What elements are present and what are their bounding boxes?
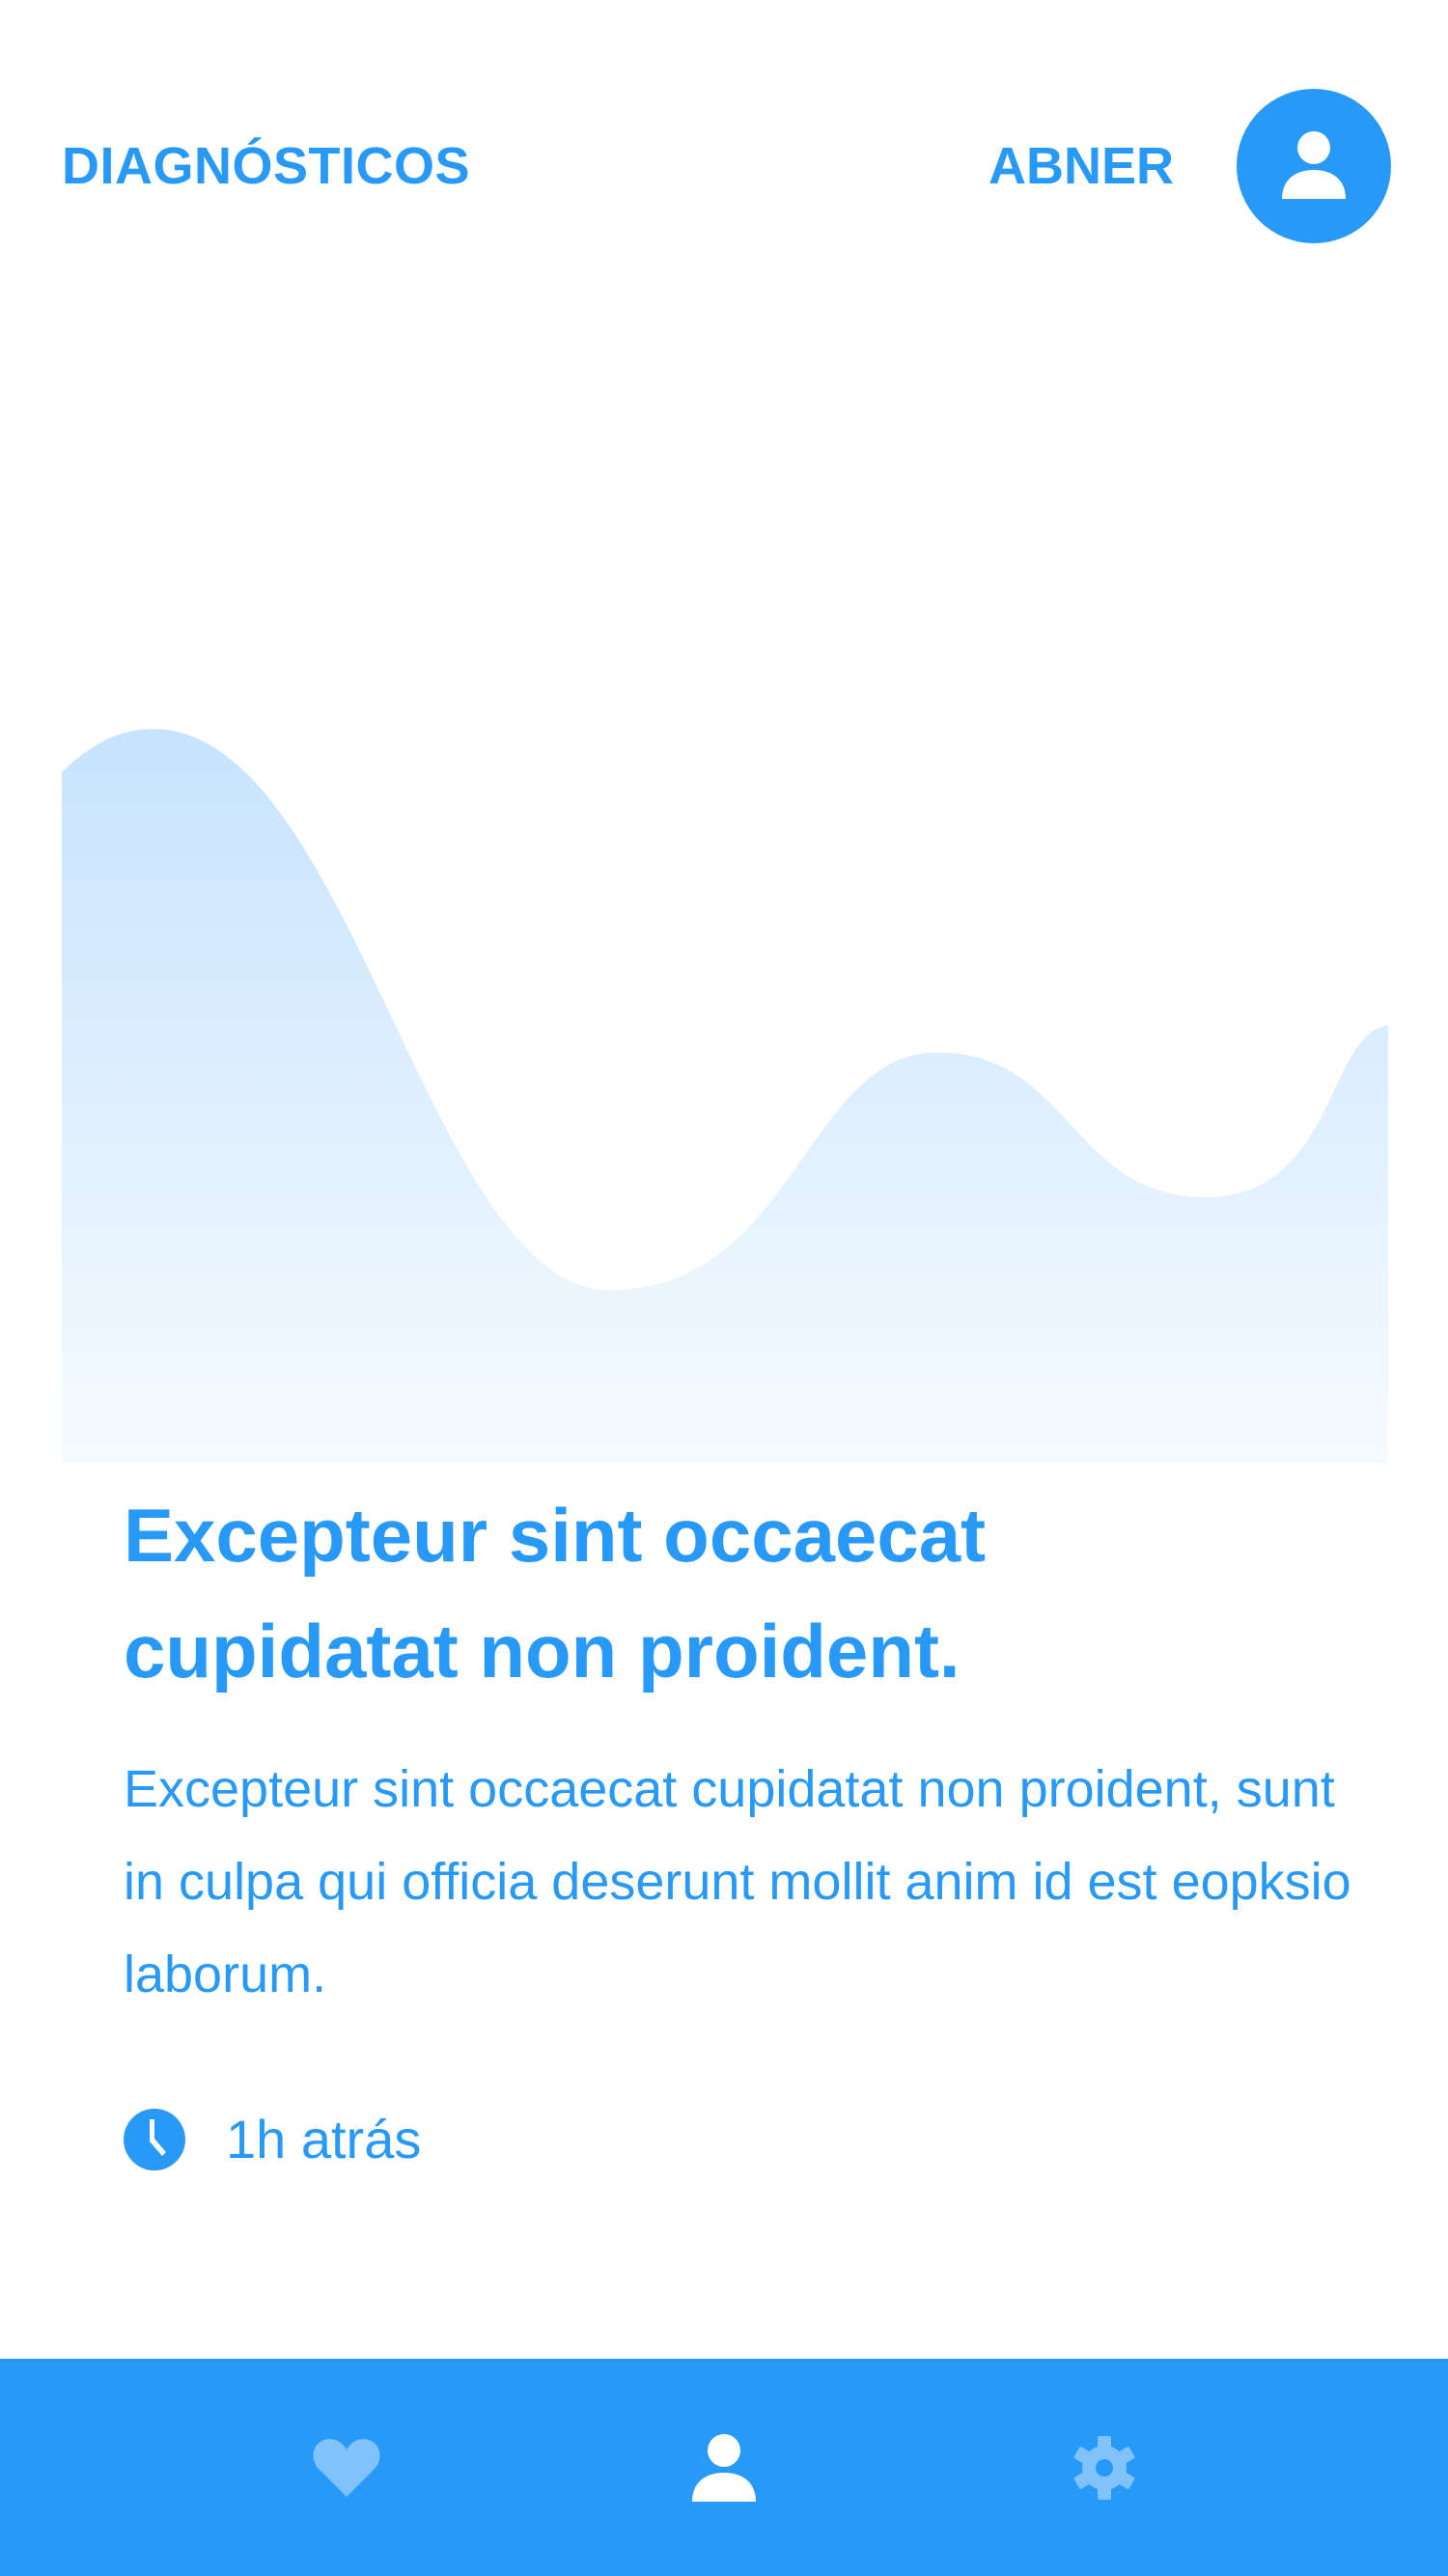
article-body: Excepteur sint occaecat cupidatat non pr…: [124, 1760, 1351, 2003]
clock-icon: [124, 2109, 185, 2170]
article-title: Excepteur sint occaecat cupidatat non pr…: [124, 1493, 987, 1694]
avatar-button[interactable]: [1237, 89, 1391, 243]
gear-icon: [1073, 2435, 1135, 2500]
user-icon: [692, 2433, 756, 2502]
wave-illustration: [62, 729, 1388, 1463]
nav-item-settings[interactable]: [1008, 2359, 1201, 2576]
timestamp-label: 1h atrás: [226, 2109, 422, 2170]
user-name[interactable]: ABNER: [989, 135, 1174, 197]
nav-item-profile[interactable]: [627, 2359, 821, 2576]
timestamp: 1h atrás: [124, 2107, 421, 2172]
user-icon: [1282, 131, 1346, 199]
bottom-nav: [0, 2359, 1448, 2576]
heart-icon: [313, 2438, 380, 2497]
page-title: DIAGNÓSTICOS: [62, 137, 471, 195]
nav-item-favorites[interactable]: [250, 2359, 443, 2576]
